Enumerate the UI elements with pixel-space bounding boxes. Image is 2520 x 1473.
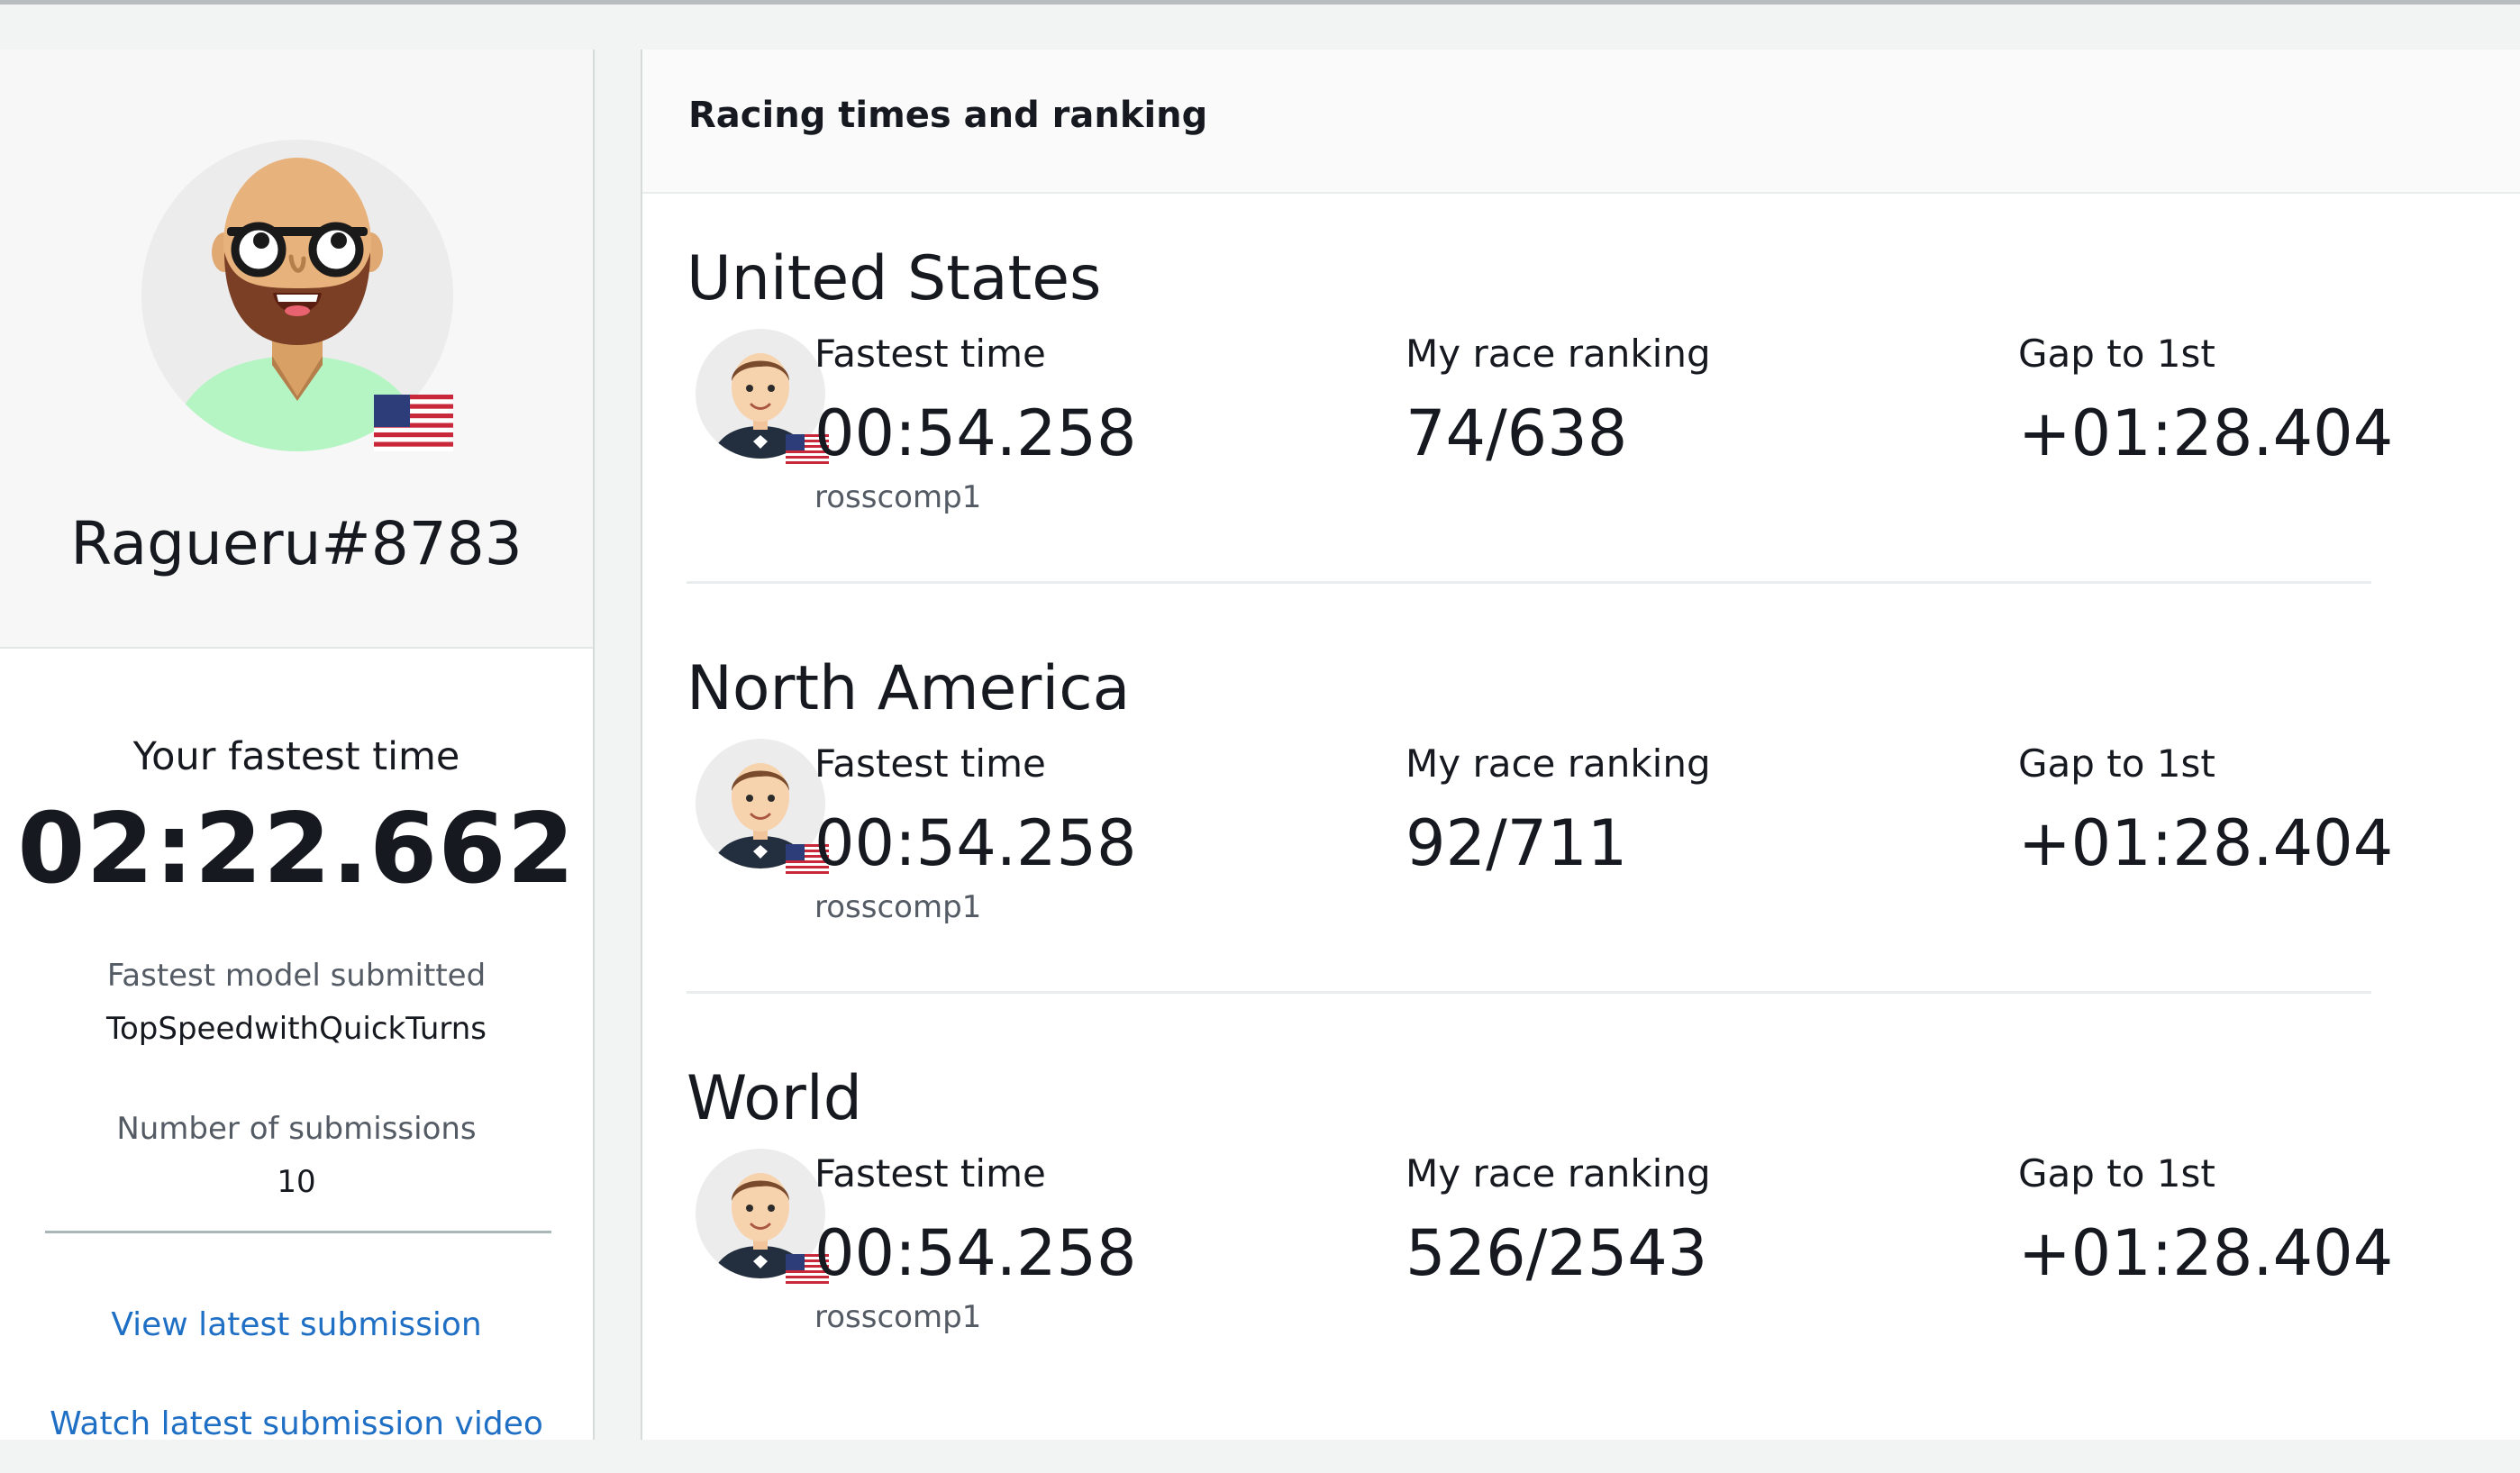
username: Ragueru#8783 (70, 509, 523, 578)
race-ranking-label: My race ranking (1406, 1151, 1711, 1196)
profile-panel: Ragueru#8783 Your fastest time 02:22.662… (0, 50, 595, 1442)
fastest-time-value: 02:22.662 (17, 793, 576, 905)
fastest-model-name: TopSpeedwithQuickTurns (105, 1011, 487, 1047)
gap-to-first-label: Gap to 1st (2018, 1151, 2215, 1196)
racer-avatar (696, 1149, 831, 1284)
rankings-title: Racing times and ranking (688, 95, 1208, 136)
racer-avatar (696, 739, 831, 874)
race-ranking-value: 74/638 (1406, 396, 1628, 470)
fastest-time-label: Fastest time (814, 332, 1046, 376)
race-ranking-label: My race ranking (1406, 332, 1711, 376)
racer-name: rosscomp1 (814, 479, 982, 515)
race-ranking-value: 92/711 (1406, 806, 1628, 880)
fastest-time-value: 00:54.258 (814, 396, 1137, 470)
region-world: World Fastest time 00:54.258 rosscomp1 My r… (687, 1063, 2393, 1473)
us-flag-icon (374, 395, 453, 451)
view-latest-submission-link[interactable]: View latest submission (0, 1306, 593, 1343)
gap-to-first-label: Gap to 1st (2018, 741, 2215, 786)
region-divider (687, 581, 2371, 584)
stats-divider (45, 1231, 551, 1233)
fastest-time-label: Fastest time (814, 741, 1046, 786)
racer-name: rosscomp1 (814, 1299, 982, 1335)
gap-to-first-value: +01:28.404 (2018, 806, 2394, 880)
region-title: North America (687, 653, 1131, 724)
gap-to-first-label: Gap to 1st (2018, 332, 2215, 376)
user-avatar (141, 140, 453, 451)
region-title: United States (687, 243, 1102, 314)
race-ranking-label: My race ranking (1406, 741, 1711, 786)
region-title: World (687, 1063, 862, 1134)
fastest-time-value: 00:54.258 (814, 806, 1137, 880)
fastest-model-label: Fastest model submitted (106, 958, 487, 994)
region-north-america: North America Fastest time 00:54.258 rossc… (687, 653, 2393, 1063)
fastest-time-value: 00:54.258 (814, 1216, 1137, 1290)
top-bar (0, 5, 2520, 50)
region-divider (687, 991, 2371, 994)
racer-name: rosscomp1 (814, 889, 982, 925)
rankings-header: Racing times and ranking (642, 50, 2520, 194)
gap-to-first-value: +01:28.404 (2018, 1216, 2394, 1290)
fastest-time-label: Fastest time (814, 1151, 1046, 1196)
submissions-count: 10 (277, 1164, 316, 1200)
region-united-states: United States Fastest time 00:54.258 rossc… (687, 243, 2393, 653)
racer-avatar (696, 329, 831, 464)
fastest-time-label: Your fastest time (132, 734, 460, 779)
watch-latest-submission-video-link[interactable]: Watch latest submission video (0, 1405, 593, 1442)
gap-to-first-value: +01:28.404 (2018, 396, 2394, 470)
submissions-label: Number of submissions (116, 1111, 477, 1147)
race-ranking-value: 526/2543 (1406, 1216, 1708, 1290)
profile-header: Ragueru#8783 (0, 50, 593, 649)
